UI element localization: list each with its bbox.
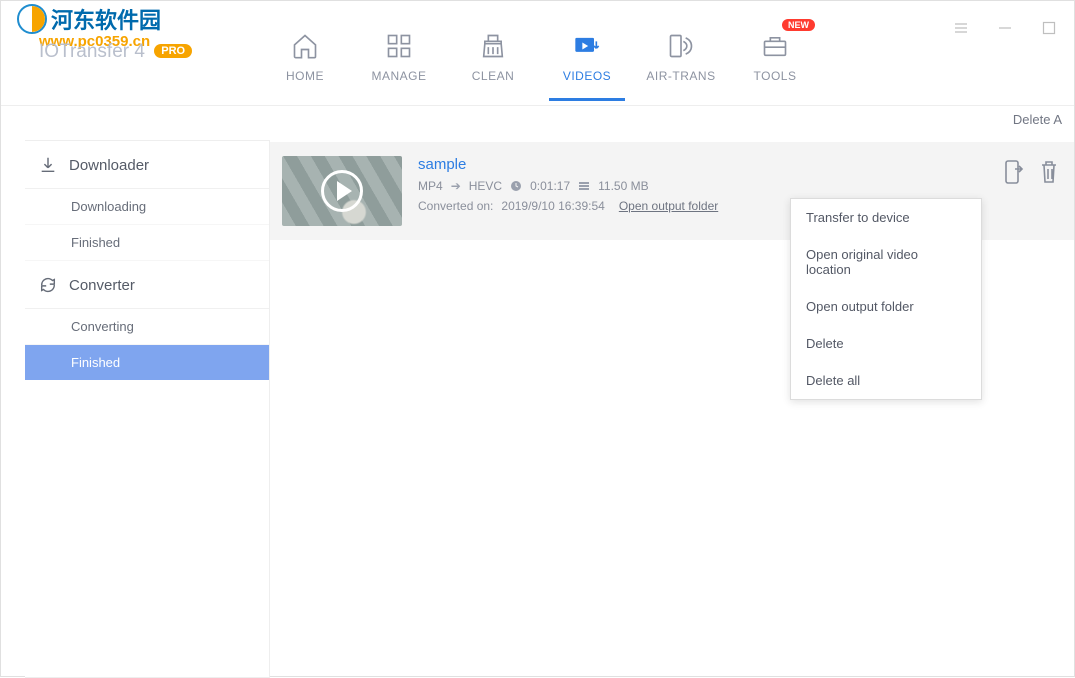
window-controls [954,21,1056,35]
video-download-icon [572,31,602,61]
product-name-text: IOTransfer 4 [39,41,145,62]
nav-home-label: HOME [286,69,324,83]
sidebar-downloader-label: Downloader [69,157,149,174]
airtrans-icon [666,31,696,61]
converted-value: 2019/9/10 16:39:54 [501,199,604,213]
video-thumbnail[interactable] [282,156,402,226]
item-format-line: MP4 ➔ HEVC 0:01:17 11.50 MB [418,179,1074,193]
sidebar-converter-label: Converter [69,277,135,294]
nav-airtrans[interactable]: AIR-TRANS [645,31,717,83]
refresh-icon [39,276,57,294]
sidebar: Downloader Downloading Finished Converte… [25,140,270,678]
broom-icon [478,31,508,61]
nav-home[interactable]: HOME [269,31,341,83]
ctx-open-orig[interactable]: Open original video location [791,236,981,288]
watermark-logo-icon [17,4,47,34]
grid-icon [384,31,414,61]
sidebar-downloader[interactable]: Downloader [25,141,269,189]
nav-manage-label: MANAGE [371,69,426,83]
nav-clean-label: CLEAN [472,69,515,83]
nav-tools[interactable]: NEW TOOLS [739,31,811,83]
header: 河东软件园 www.pc0359.cn IOTransfer 4 PRO HOM… [1,1,1074,106]
product-name: IOTransfer 4 PRO [39,41,192,63]
format-target: HEVC [469,179,502,193]
open-output-link[interactable]: Open output folder [619,199,718,213]
clock-icon [510,180,522,192]
disk-icon [578,180,590,192]
watermark-text: 河东软件园 [51,3,161,35]
menu-button[interactable] [954,21,968,35]
transfer-to-device-icon[interactable] [1002,160,1024,184]
sidebar-item-cv-finished[interactable]: Finished [25,345,269,380]
delete-all-button[interactable]: Delete A [1013,112,1062,127]
toolbox-icon [760,31,790,61]
sidebar-item-downloading[interactable]: Downloading [25,189,269,225]
main-nav: HOME MANAGE CLEAN VIDEOS AIR-TRANS [269,31,811,83]
ctx-delete[interactable]: Delete [791,325,981,362]
watermark: 河东软件园 [17,3,161,35]
new-badge: NEW [782,19,815,31]
format-source: MP4 [418,179,443,193]
sidebar-item-converting[interactable]: Converting [25,309,269,345]
main-body: Downloader Downloading Finished Converte… [1,138,1074,678]
logo-area: 河东软件园 www.pc0359.cn IOTransfer 4 PRO [21,1,221,7]
row-actions [1002,160,1060,184]
converted-label: Converted on: [418,199,493,213]
trash-icon[interactable] [1038,160,1060,184]
item-duration: 0:01:17 [530,179,570,193]
nav-videos[interactable]: VIDEOS [551,31,623,83]
ctx-transfer[interactable]: Transfer to device [791,199,981,236]
minimize-button[interactable] [998,21,1012,35]
nav-tools-label: TOOLS [754,69,797,83]
nav-clean[interactable]: CLEAN [457,31,529,83]
home-icon [290,31,320,61]
item-title: sample [418,156,1074,173]
sidebar-converter[interactable]: Converter [25,261,269,309]
nav-videos-label: VIDEOS [563,69,611,83]
content-area: sample MP4 ➔ HEVC 0:01:17 11.50 MB Conve… [270,138,1074,678]
play-icon [321,170,363,212]
nav-airtrans-label: AIR-TRANS [646,69,715,83]
sidebar-item-dl-finished[interactable]: Finished [25,225,269,261]
maximize-button[interactable] [1042,21,1056,35]
arrow-right-icon: ➔ [451,179,461,193]
product-badge: PRO [154,44,192,58]
action-bar: Delete A [1,106,1074,138]
item-size: 11.50 MB [598,179,648,193]
ctx-delete-all[interactable]: Delete all [791,362,981,399]
download-icon [39,156,57,174]
context-menu: Transfer to device Open original video l… [790,198,982,400]
ctx-open-out[interactable]: Open output folder [791,288,981,325]
nav-manage[interactable]: MANAGE [363,31,435,83]
